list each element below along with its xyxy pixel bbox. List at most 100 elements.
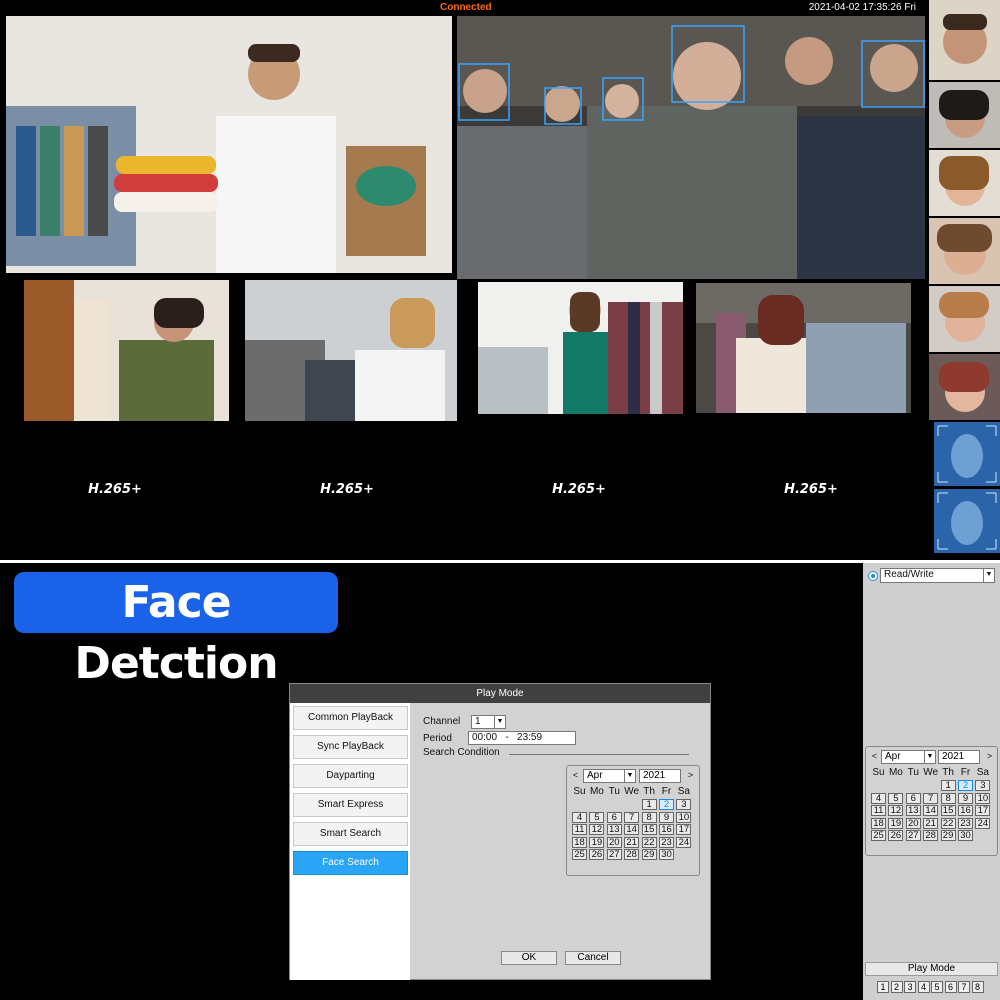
side-calendar-month-select[interactable]: Apr ▼	[881, 750, 936, 764]
calendar-day[interactable]: 9	[958, 792, 973, 804]
mode-common-playback[interactable]: Common PlayBack	[293, 706, 408, 730]
calendar-day[interactable]: 8	[641, 811, 657, 823]
cancel-button[interactable]: Cancel	[565, 951, 621, 965]
mode-smart-search[interactable]: Smart Search	[293, 822, 408, 846]
calendar-day[interactable]: 8	[940, 792, 956, 804]
calendar-day[interactable]: 1	[641, 799, 657, 810]
period-input[interactable]: 00:00 - 23:59	[468, 731, 576, 745]
camera-feed-3[interactable]	[245, 280, 457, 421]
calendar-day[interactable]: 26	[589, 849, 605, 860]
calendar-day[interactable]: 26	[888, 830, 904, 841]
calendar-day[interactable]: 1	[940, 780, 956, 791]
calendar-day[interactable]: 6	[606, 811, 622, 823]
channel-select[interactable]: 1 ▼	[471, 715, 506, 729]
calendar-day[interactable]: 16	[958, 805, 973, 816]
calendar-day[interactable]: 17	[975, 805, 991, 816]
calendar-day[interactable]: 13	[606, 824, 622, 835]
play-mode-button[interactable]: Play Mode	[865, 962, 998, 976]
camera-feed-5[interactable]	[696, 283, 911, 413]
calendar-day[interactable]: 4	[871, 792, 886, 804]
face-thumbnail-2[interactable]	[929, 82, 1000, 148]
camera-feed-4[interactable]	[478, 282, 683, 414]
calendar-day[interactable]: 7	[624, 811, 640, 823]
calendar-day[interactable]: 27	[905, 830, 921, 841]
calendar-day[interactable]: 25	[572, 849, 587, 860]
calendar-day[interactable]: 11	[572, 824, 587, 835]
channel-button[interactable]: 2	[890, 981, 903, 993]
calendar-day[interactable]: 21	[624, 836, 640, 848]
calendar-day[interactable]: 4	[572, 811, 587, 823]
channel-button[interactable]: 3	[904, 981, 916, 993]
mode-smart-express[interactable]: Smart Express	[293, 793, 408, 817]
calendar-day[interactable]: 22	[940, 817, 956, 829]
calendar-day[interactable]: 30	[958, 830, 973, 841]
calendar-year-input[interactable]: 2021	[639, 769, 681, 783]
calendar-day[interactable]: 20	[606, 836, 622, 848]
calendar-day[interactable]: 19	[888, 817, 904, 829]
calendar-day[interactable]: 29	[940, 830, 956, 841]
side-calendar-prev-button[interactable]: <	[868, 750, 881, 763]
channel-button[interactable]: 6	[944, 981, 957, 993]
calendar-day[interactable]: 23	[958, 817, 973, 829]
calendar-day[interactable]: 28	[624, 849, 640, 860]
calendar-day[interactable]: 12	[589, 824, 605, 835]
calendar-day[interactable]: 27	[606, 849, 622, 860]
channel-button[interactable]: 1	[877, 981, 889, 993]
channel-button[interactable]: 7	[958, 981, 970, 993]
face-scan-thumbnail-2[interactable]	[934, 489, 1000, 553]
calendar-day[interactable]: 5	[589, 811, 605, 823]
face-thumbnail-5[interactable]	[929, 286, 1000, 352]
calendar-day[interactable]: 18	[871, 817, 886, 829]
calendar-day[interactable]: 5	[888, 792, 904, 804]
calendar-day[interactable]: 25	[871, 830, 886, 841]
face-thumbnail-1[interactable]	[929, 0, 1000, 80]
calendar-day[interactable]: 2	[659, 799, 674, 810]
mode-select[interactable]: Read/Write ▼	[880, 568, 995, 583]
calendar-day[interactable]: 28	[923, 830, 939, 841]
calendar-day[interactable]: 2	[958, 780, 973, 791]
camera-feed-face-detection[interactable]	[457, 16, 925, 279]
channel-button[interactable]: 8	[971, 981, 984, 993]
face-thumbnail-6[interactable]	[929, 354, 1000, 420]
calendar-prev-button[interactable]: <	[569, 769, 582, 782]
calendar-month-select[interactable]: Apr ▼	[583, 769, 636, 783]
ok-button[interactable]: OK	[501, 951, 557, 965]
mode-sync-playback[interactable]: Sync PlayBack	[293, 735, 408, 759]
face-scan-thumbnail-1[interactable]	[934, 422, 1000, 486]
mode-dayparting[interactable]: Dayparting	[293, 764, 408, 788]
camera-feed-2[interactable]	[24, 280, 229, 421]
calendar-day[interactable]: 12	[888, 805, 904, 816]
channel-button[interactable]: 5	[931, 981, 943, 993]
calendar-day[interactable]: 20	[905, 817, 921, 829]
calendar-day[interactable]: 9	[659, 811, 674, 823]
calendar-day[interactable]: 16	[659, 824, 674, 835]
face-thumbnail-4[interactable]	[929, 218, 1000, 284]
calendar-day[interactable]: 15	[940, 805, 956, 816]
calendar-day[interactable]: 23	[659, 836, 674, 848]
calendar-day[interactable]: 18	[572, 836, 587, 848]
side-calendar-year-input[interactable]: 2021	[938, 750, 980, 764]
camera-feed-1[interactable]	[6, 16, 452, 273]
calendar-day[interactable]: 21	[923, 817, 939, 829]
calendar-day[interactable]: 11	[871, 805, 886, 816]
calendar-day[interactable]: 30	[659, 849, 674, 860]
calendar-day[interactable]: 29	[641, 849, 657, 860]
calendar-day[interactable]: 15	[641, 824, 657, 835]
calendar-day[interactable]: 24	[975, 817, 991, 829]
calendar-day[interactable]: 19	[589, 836, 605, 848]
calendar-day[interactable]: 10	[975, 792, 991, 804]
read-write-radio[interactable]	[868, 571, 878, 581]
calendar-day[interactable]: 3	[676, 799, 692, 810]
calendar-day[interactable]: 10	[676, 811, 692, 823]
side-calendar-next-button[interactable]: >	[983, 750, 996, 763]
mode-face-search[interactable]: Face Search	[293, 851, 408, 875]
calendar-day[interactable]: 24	[676, 836, 692, 848]
calendar-day[interactable]: 14	[923, 805, 939, 816]
calendar-day[interactable]: 13	[905, 805, 921, 816]
calendar-day[interactable]: 6	[905, 792, 921, 804]
calendar-day[interactable]: 7	[923, 792, 939, 804]
calendar-next-button[interactable]: >	[684, 769, 697, 782]
face-thumbnail-3[interactable]	[929, 150, 1000, 216]
calendar-day[interactable]: 17	[676, 824, 692, 835]
channel-button[interactable]: 4	[917, 981, 930, 993]
